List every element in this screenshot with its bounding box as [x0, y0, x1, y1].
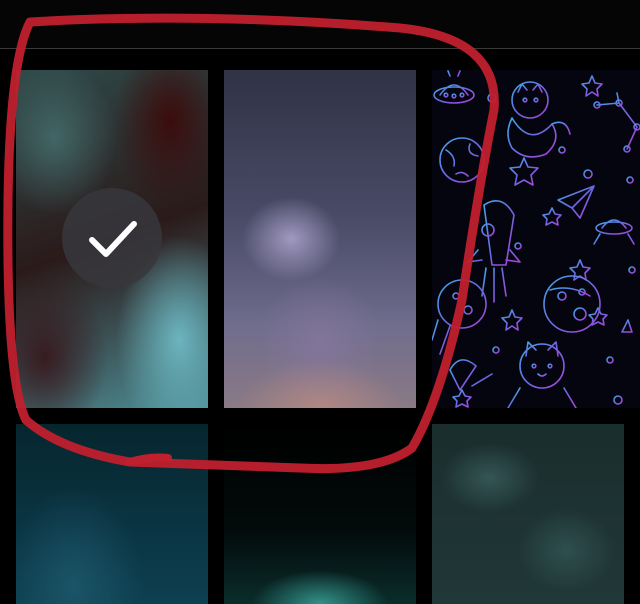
top-bar [0, 0, 640, 48]
wallpaper-tile-3[interactable] [432, 70, 640, 408]
wallpaper-tile-6[interactable] [432, 424, 624, 604]
wallpaper-tile-4[interactable] [16, 424, 208, 604]
header-divider [0, 48, 640, 49]
wallpaper-tile-2[interactable] [224, 70, 416, 408]
check-icon [89, 221, 137, 257]
selected-indicator [62, 188, 162, 288]
wallpaper-tile-5[interactable] [224, 424, 416, 604]
space-pattern-image [432, 70, 640, 408]
